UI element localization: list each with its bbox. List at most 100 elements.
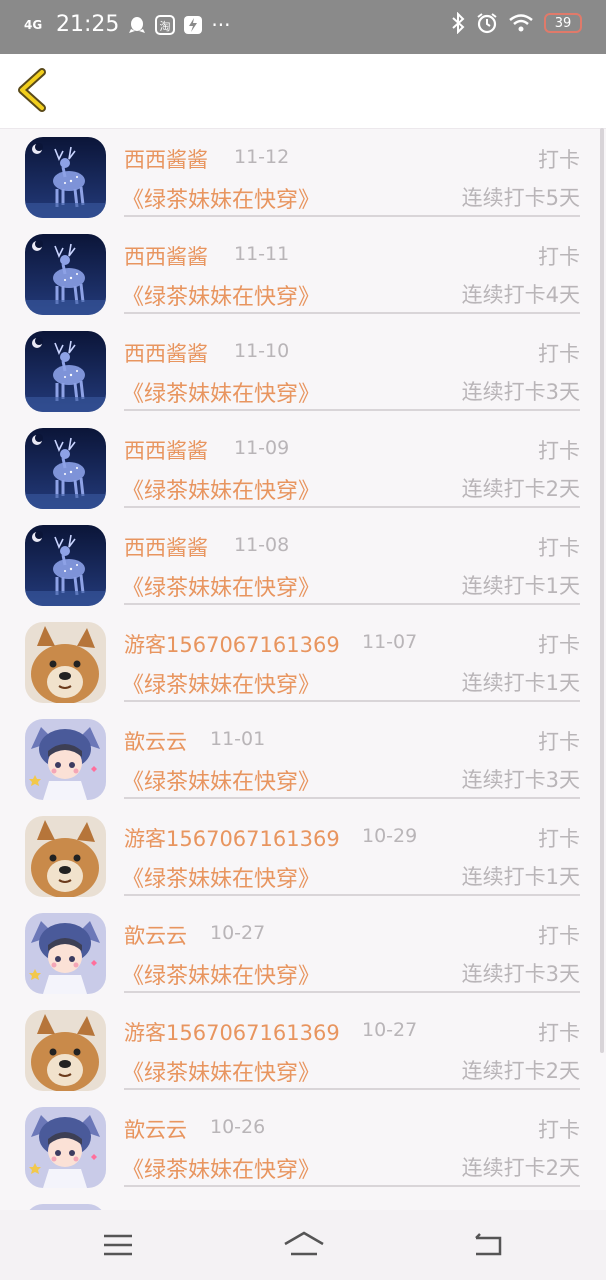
list-item[interactable]: 游客1567067161369 10-29 打卡 《绿茶妹妹在快穿》 连续打卡1… (0, 807, 606, 904)
book-title[interactable]: 《绿茶妹妹在快穿》 (122, 279, 320, 311)
back-nav-button[interactable] (470, 1230, 510, 1260)
avatar[interactable] (25, 1107, 106, 1188)
system-nav-bar (0, 1210, 606, 1280)
home-icon (284, 1231, 324, 1256)
list-item[interactable]: 歆云云 10-26 打卡 《绿茶妹妹在快穿》 连续打卡2天 (0, 1098, 606, 1195)
checkin-date: 11-10 (234, 340, 290, 362)
user-name: 西西酱酱 (124, 245, 208, 269)
qq-icon (129, 16, 146, 33)
divider (124, 700, 580, 702)
user-name: 游客1567067161369 (124, 1021, 340, 1045)
avatar[interactable] (25, 719, 106, 800)
checkin-label: 打卡 (538, 827, 580, 851)
avatar[interactable] (25, 913, 106, 994)
list-item[interactable]: 西西酱酱 11-08 打卡 《绿茶妹妹在快穿》 连续打卡1天 (0, 516, 606, 613)
alarm-icon (477, 13, 497, 34)
avatar[interactable] (25, 816, 106, 897)
book-title[interactable]: 《绿茶妹妹在快穿》 (122, 667, 320, 699)
avatar[interactable] (25, 525, 106, 606)
checkin-date: 10-27 (210, 922, 266, 944)
battery-indicator: 39 (544, 13, 582, 33)
list-item[interactable]: 歆云云 11-01 打卡 《绿茶妹妹在快穿》 连续打卡3天 (0, 710, 606, 807)
streak-count: 连续打卡1天 (461, 671, 580, 695)
checkin-label: 打卡 (538, 148, 580, 172)
list-item[interactable]: 西西酱酱 11-09 打卡 《绿茶妹妹在快穿》 连续打卡2天 (0, 419, 606, 516)
user-name: 西西酱酱 (124, 536, 208, 560)
streak-count: 连续打卡2天 (461, 1059, 580, 1083)
user-name: 游客1567067161369 (124, 633, 340, 657)
divider (124, 991, 580, 993)
user-name: 歆云云 (124, 730, 187, 754)
divider (124, 215, 580, 217)
book-title[interactable]: 《绿茶妹妹在快穿》 (122, 473, 320, 505)
list-item[interactable] (0, 1195, 606, 1210)
girl-avatar-image (25, 913, 106, 994)
divider (124, 603, 580, 605)
taobao-icon: 淘 (155, 14, 176, 35)
wifi-icon (509, 14, 533, 32)
home-button[interactable] (282, 1230, 324, 1260)
list-item[interactable]: 歆云云 10-27 打卡 《绿茶妹妹在快穿》 连续打卡3天 (0, 904, 606, 1001)
more-notifications-icon: ··· (211, 12, 231, 37)
checkin-date: 10-26 (210, 1116, 266, 1138)
book-title[interactable]: 《绿茶妹妹在快穿》 (122, 1055, 320, 1087)
checkin-date: 10-29 (362, 825, 418, 847)
checkin-label: 打卡 (538, 536, 580, 560)
list-item[interactable]: 西西酱酱 11-12 打卡 《绿茶妹妹在快穿》 连续打卡5天 (0, 128, 606, 225)
divider (124, 1185, 580, 1187)
checkin-date: 11-01 (210, 728, 266, 750)
streak-count: 连续打卡1天 (461, 865, 580, 889)
user-name: 西西酱酱 (124, 342, 208, 366)
avatar[interactable] (25, 1010, 106, 1091)
book-title[interactable]: 《绿茶妹妹在快穿》 (122, 570, 320, 602)
avatar[interactable] (25, 331, 106, 412)
streak-count: 连续打卡3天 (461, 768, 580, 792)
deer-avatar-image (25, 137, 106, 218)
book-title[interactable]: 《绿茶妹妹在快穿》 (122, 1152, 320, 1184)
status-time: 21:25 (56, 12, 120, 37)
list-item[interactable]: 游客1567067161369 11-07 打卡 《绿茶妹妹在快穿》 连续打卡1… (0, 613, 606, 710)
avatar[interactable] (25, 137, 106, 218)
flash-icon (184, 15, 203, 34)
list-item[interactable]: 西西酱酱 11-10 打卡 《绿茶妹妹在快穿》 连续打卡3天 (0, 322, 606, 419)
checkin-label: 打卡 (538, 1021, 580, 1045)
checkin-record-list[interactable]: 西西酱酱 11-12 打卡 《绿茶妹妹在快穿》 连续打卡5天 西西酱酱 11-1… (0, 128, 606, 1210)
divider (124, 312, 580, 314)
checkin-date: 10-27 (362, 1019, 418, 1041)
list-item[interactable]: 西西酱酱 11-11 打卡 《绿茶妹妹在快穿》 连续打卡4天 (0, 225, 606, 322)
signal-indicator: 4G (24, 17, 43, 32)
header (0, 54, 606, 129)
deer-avatar-image (25, 525, 106, 606)
menu-button[interactable] (100, 1230, 140, 1260)
streak-count: 连续打卡4天 (461, 283, 580, 307)
divider (124, 1088, 580, 1090)
book-title[interactable]: 《绿茶妹妹在快穿》 (122, 861, 320, 893)
book-title[interactable]: 《绿茶妹妹在快穿》 (122, 182, 320, 214)
avatar[interactable] (25, 622, 106, 703)
checkin-date: 11-12 (234, 146, 290, 168)
scrollbar[interactable] (600, 128, 604, 1053)
checkin-label: 打卡 (538, 633, 580, 657)
book-title[interactable]: 《绿茶妹妹在快穿》 (122, 764, 320, 796)
book-title[interactable]: 《绿茶妹妹在快穿》 (122, 376, 320, 408)
checkin-label: 打卡 (538, 1118, 580, 1142)
divider (124, 894, 580, 896)
bluetooth-icon (452, 12, 465, 34)
book-title[interactable]: 《绿茶妹妹在快穿》 (122, 958, 320, 990)
avatar[interactable] (25, 234, 106, 315)
list-item[interactable]: 游客1567067161369 10-27 打卡 《绿茶妹妹在快穿》 连续打卡2… (0, 1001, 606, 1098)
checkin-label: 打卡 (538, 924, 580, 948)
menu-icon (104, 1234, 132, 1256)
avatar[interactable] (25, 428, 106, 509)
streak-count: 连续打卡5天 (461, 186, 580, 210)
dog-avatar-image (25, 816, 106, 897)
chevron-left-icon (18, 68, 46, 112)
checkin-label: 打卡 (538, 342, 580, 366)
streak-count: 连续打卡3天 (461, 380, 580, 404)
streak-count: 连续打卡3天 (461, 962, 580, 986)
user-name: 游客1567067161369 (124, 827, 340, 851)
deer-avatar-image (25, 234, 106, 315)
dog-avatar-image (25, 1010, 106, 1091)
back-button[interactable] (14, 66, 54, 114)
checkin-date: 11-08 (234, 534, 290, 556)
